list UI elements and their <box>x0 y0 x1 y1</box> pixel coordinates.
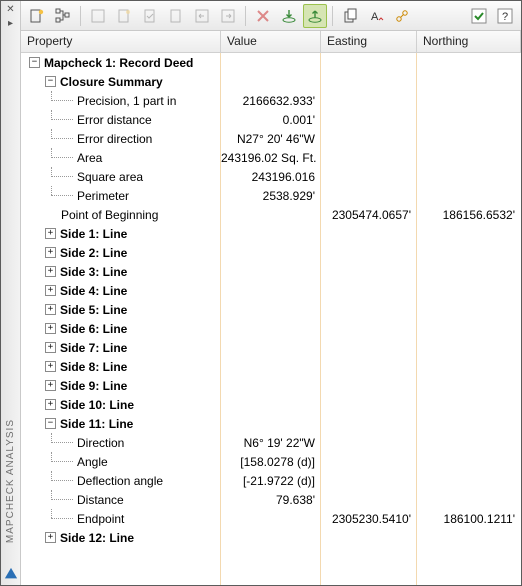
expand-icon[interactable]: + <box>45 380 56 391</box>
panel-main: A ? Property Value Easting Northing −Map… <box>21 1 521 585</box>
side4-row[interactable]: +Side 4: Line <box>21 281 521 300</box>
delete-button[interactable] <box>251 4 275 28</box>
panel-left-rail: ✕ ▸ MAPCHECK ANALYSIS <box>1 1 21 585</box>
expand-icon[interactable]: + <box>45 285 56 296</box>
side8-row[interactable]: +Side 8: Line <box>21 357 521 376</box>
export-button[interactable] <box>303 4 327 28</box>
import-button[interactable] <box>277 4 301 28</box>
area-row[interactable]: Area243196.02 Sq. Ft. <box>21 148 521 167</box>
collapse-icon[interactable]: − <box>45 76 56 87</box>
side11-row[interactable]: −Side 11: Line <box>21 414 521 433</box>
side6-row[interactable]: +Side 6: Line <box>21 319 521 338</box>
expand-icon[interactable]: + <box>45 399 56 410</box>
root-label: Mapcheck 1: Record Deed <box>44 56 193 70</box>
column-header: Property Value Easting Northing <box>21 31 521 53</box>
side12-row[interactable]: +Side 12: Line <box>21 528 521 547</box>
side11-distance-row[interactable]: Distance79.638' <box>21 490 521 509</box>
expand-icon[interactable]: + <box>45 323 56 334</box>
sheet-button[interactable] <box>164 4 188 28</box>
side3-row[interactable]: +Side 3: Line <box>21 262 521 281</box>
errdir-row[interactable]: Error directionN27° 20' 46"W <box>21 129 521 148</box>
pob-row[interactable]: Point of Beginning2305474.0657'186156.65… <box>21 205 521 224</box>
side11-direction-row[interactable]: DirectionN6° 19' 22"W <box>21 433 521 452</box>
text-style-button[interactable]: A <box>364 4 388 28</box>
side9-row[interactable]: +Side 9: Line <box>21 376 521 395</box>
apply-button[interactable] <box>467 4 491 28</box>
insert-left-button[interactable] <box>190 4 214 28</box>
side5-row[interactable]: +Side 5: Line <box>21 300 521 319</box>
expand-icon[interactable]: + <box>45 228 56 239</box>
close-icon[interactable]: ✕ <box>6 5 16 15</box>
side2-row[interactable]: +Side 2: Line <box>21 243 521 262</box>
svg-text:?: ? <box>502 11 508 23</box>
insert-right-button[interactable] <box>216 4 240 28</box>
header-property[interactable]: Property <box>21 31 221 52</box>
app-logo-icon <box>4 567 18 581</box>
sqarea-row[interactable]: Square area243196.016 <box>21 167 521 186</box>
precision-row[interactable]: Precision, 1 part in2166632.933' <box>21 91 521 110</box>
expand-icon[interactable]: + <box>45 266 56 277</box>
svg-text:A: A <box>371 11 379 23</box>
link-button[interactable] <box>390 4 414 28</box>
new-mapcheck-button[interactable] <box>25 4 49 28</box>
header-value[interactable]: Value <box>221 31 321 52</box>
collapse-icon[interactable]: − <box>29 57 40 68</box>
mapcheck-panel: ✕ ▸ MAPCHECK ANALYSIS A <box>0 0 522 586</box>
expand-icon[interactable]: + <box>45 304 56 315</box>
expand-icon[interactable]: + <box>45 247 56 258</box>
property-grid[interactable]: −Mapcheck 1: Record Deed −Closure Summar… <box>21 53 521 585</box>
select-button[interactable] <box>86 4 110 28</box>
closure-row[interactable]: −Closure Summary <box>21 72 521 91</box>
errdist-row[interactable]: Error distance0.001' <box>21 110 521 129</box>
toolbar: A ? <box>21 1 521 31</box>
help-button[interactable]: ? <box>493 4 517 28</box>
panel-title: MAPCHECK ANALYSIS <box>5 415 16 543</box>
side11-angle-row[interactable]: Angle[158.0278 (d)] <box>21 452 521 471</box>
perimeter-row[interactable]: Perimeter2538.929' <box>21 186 521 205</box>
header-easting[interactable]: Easting <box>321 31 417 52</box>
root-row[interactable]: −Mapcheck 1: Record Deed <box>21 53 521 72</box>
tree-view-button[interactable] <box>51 4 75 28</box>
side11-deflection-row[interactable]: Deflection angle[-21.9722 (d)] <box>21 471 521 490</box>
pin-icon[interactable]: ▸ <box>6 19 16 29</box>
expand-icon[interactable]: + <box>45 532 56 543</box>
side7-row[interactable]: +Side 7: Line <box>21 338 521 357</box>
sheet-check-button[interactable] <box>138 4 162 28</box>
header-northing[interactable]: Northing <box>417 31 521 52</box>
closure-label: Closure Summary <box>60 75 163 89</box>
expand-icon[interactable]: + <box>45 342 56 353</box>
side10-row[interactable]: +Side 10: Line <box>21 395 521 414</box>
expand-icon[interactable]: + <box>45 361 56 372</box>
new-sheet-button[interactable] <box>112 4 136 28</box>
copy-button[interactable] <box>338 4 362 28</box>
side11-endpoint-row[interactable]: Endpoint2305230.5410'186100.1211' <box>21 509 521 528</box>
collapse-icon[interactable]: − <box>45 418 56 429</box>
side1-row[interactable]: +Side 1: Line <box>21 224 521 243</box>
